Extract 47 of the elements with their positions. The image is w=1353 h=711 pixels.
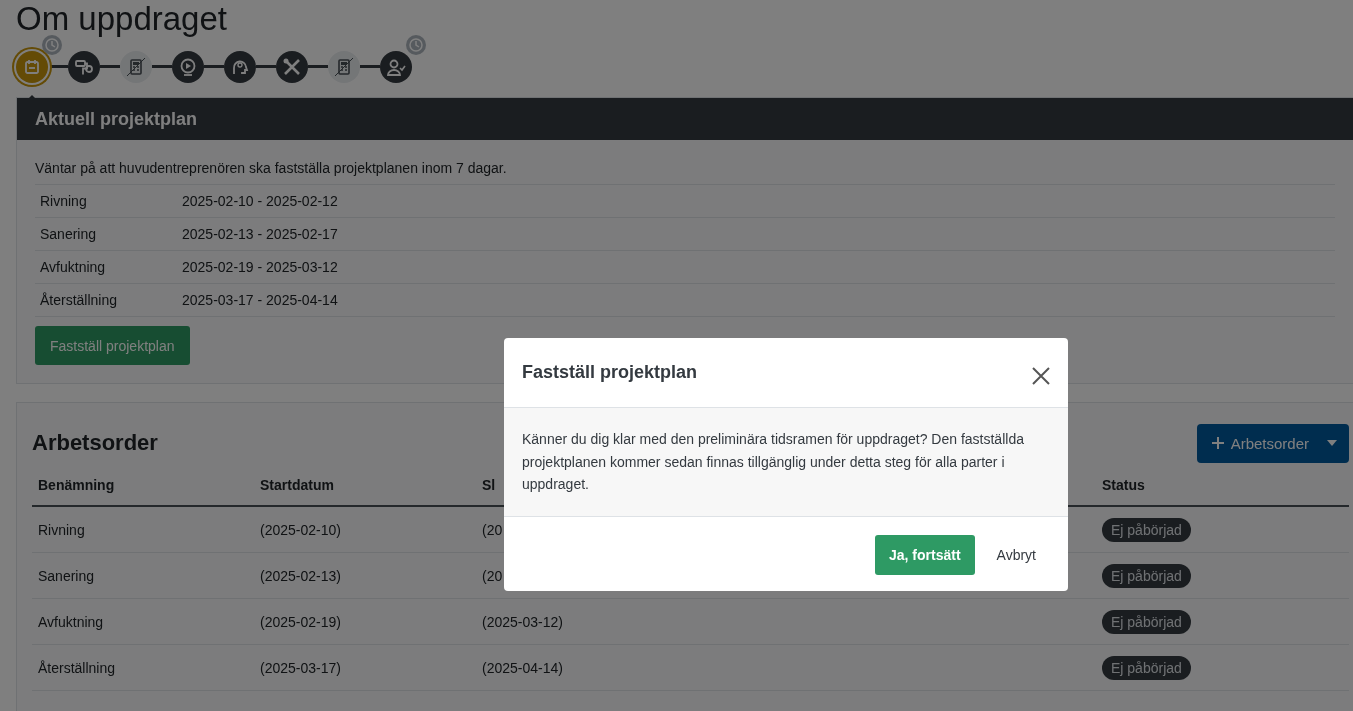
card-title: Aktuell projektplan xyxy=(17,98,1353,140)
play-icon xyxy=(178,56,198,77)
phase-period: 2025-02-19 - 2025-03-12 xyxy=(182,259,338,275)
step-button[interactable] xyxy=(172,50,204,83)
dialog-message: Känner du dig klar med den preliminära tidsramen för uppdraget? Den fastställda projektplanen kommer sedan finnas tillgänglig under detta steg för alla parter i uppdraget. xyxy=(504,408,1068,517)
calculator-icon xyxy=(126,56,146,77)
section-title: Arbetsorder xyxy=(32,430,158,456)
status-badge: Ej påbörjad xyxy=(1102,563,1191,588)
table-cell: (2025-03-17) xyxy=(254,645,476,691)
table-cell: Rivning xyxy=(32,507,254,553)
caret-icon xyxy=(1327,440,1337,446)
confirm-plan-button[interactable]: Fastställ projektplan xyxy=(35,326,190,365)
confirm-button[interactable]: Ja, fortsätt xyxy=(875,534,975,575)
table-cell: (2025-02-13) xyxy=(254,553,476,599)
table-cell: (2025-03-12) xyxy=(476,599,1096,645)
notice-text: Väntar på att huvudentreprenören ska fastställa projektplanen inom 7 dagar. xyxy=(35,152,1335,185)
table-cell: (2025-04-14) xyxy=(476,645,1096,691)
phase-period: 2025-03-17 - 2025-04-14 xyxy=(182,292,338,308)
add-work-order-button[interactable]: Arbetsorder xyxy=(1196,423,1349,463)
table-cell: (2025-02-19) xyxy=(254,599,476,645)
calculator-icon xyxy=(334,56,354,77)
phase-name: Sanering xyxy=(39,226,98,242)
plus-icon xyxy=(1210,436,1225,450)
status-badge: Ej påbörjad xyxy=(1102,609,1191,634)
column-header: Benämning xyxy=(32,465,254,507)
close-button[interactable] xyxy=(1032,366,1050,385)
tools-icon xyxy=(282,56,302,77)
column-header: Startdatum xyxy=(254,465,476,507)
table-cell: (2025-02-10) xyxy=(254,507,476,553)
close-icon xyxy=(1032,366,1050,385)
status-badge: Ej påbörjad xyxy=(1102,517,1191,542)
phase-period: 2025-02-10 - 2025-02-12 xyxy=(182,193,338,209)
phase-period: 2025-02-13 - 2025-02-17 xyxy=(182,226,338,242)
table-cell: Sanering xyxy=(32,553,254,599)
step-button[interactable] xyxy=(276,50,308,83)
page-title: Om uppdraget xyxy=(16,0,228,38)
step-button[interactable] xyxy=(224,50,256,83)
phase-name: Rivning xyxy=(39,193,88,209)
dialog-title: Fastställ projektplan xyxy=(522,362,698,383)
phase-name: Återställning xyxy=(39,292,119,308)
column-header: Status xyxy=(1096,465,1349,507)
phase-name: Avfuktning xyxy=(39,259,107,275)
step-button[interactable] xyxy=(380,50,412,83)
table-cell: Avfuktning xyxy=(32,599,254,645)
step-button[interactable] xyxy=(68,50,100,83)
table-cell: Återställning xyxy=(32,645,254,691)
status-badge: Ej påbörjad xyxy=(1102,655,1191,680)
